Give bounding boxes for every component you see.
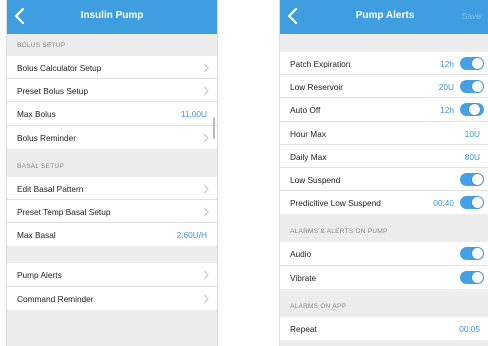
row-pump-alerts[interactable]: Pump Alerts [7,263,217,287]
chevron-right-icon [203,86,209,96]
row-label: Predicitive Low Suspend [290,198,381,209]
pump-alarms-group: Audio Vibrate [280,242,488,289]
row-label: Auto Off [290,105,321,116]
row-label: Low Reservoir [290,82,344,93]
low-reservoir-toggle[interactable] [460,80,484,94]
chevron-right-icon [203,63,209,73]
row-label: Patch Expiration [290,59,351,69]
app-alarms-group: Repeat 00:05 [280,316,488,340]
row-label: Preset Temp Basal Setup [17,206,111,217]
toggle-knob [472,173,483,185]
row-low-reservoir[interactable]: Low Reservoir 20U [280,75,488,99]
alerts-group: Patch Expiration 12h Low Reservoir 20U A… [280,52,488,215]
row-label: Audio [290,249,312,260]
row-command-reminder[interactable]: Command Reminder [7,287,217,310]
section-header-bolus: BOLUS SETUP [17,42,66,49]
auto-off-toggle[interactable] [460,103,484,117]
row-daily-max[interactable]: Daily Max 80U [280,145,488,168]
row-patch-expiration[interactable]: Patch Expiration 12h [280,52,488,76]
basal-group: Edit Basal Pattern Preset Temp Basal Set… [7,176,217,247]
row-preset-bolus-setup[interactable]: Preset Bolus Setup [7,79,217,103]
row-max-bolus[interactable]: Max Bolus 11.00U [7,102,217,126]
row-preset-temp-basal-setup[interactable]: Preset Temp Basal Setup [7,200,217,224]
toggle-knob [472,271,483,283]
low-reservoir-value: 20U [438,82,454,93]
row-low-suspend[interactable]: Low Suspend [280,168,488,192]
row-label: Preset Bolus Setup [17,86,89,97]
scroll-indicator[interactable] [213,117,215,139]
row-predictive-low-suspend[interactable]: Predicitive Low Suspend 00:40 [280,191,488,214]
row-label: Low Suspend [290,174,341,185]
section-header-pump-alarms: ALARMS & ALERTS ON PUMP [290,228,388,236]
row-label: Bolus Calculator Setup [17,63,102,73]
row-vibrate[interactable]: Vibrate [280,266,488,289]
vibrate-toggle[interactable] [460,270,484,284]
low-suspend-toggle[interactable] [460,172,484,186]
row-bolus-reminder[interactable]: Bolus Reminder [7,126,217,149]
daily-max-value: 80U [464,151,480,162]
row-label: Edit Basal Pattern [17,183,84,194]
hour-max-value: 10U [464,128,480,139]
row-label: Bolus Reminder [17,132,77,143]
chevron-right-icon [203,294,209,303]
toggle-knob [469,104,480,116]
toggle-knob [472,248,483,260]
repeat-value: 00:05 [459,323,480,334]
chevron-right-icon [203,270,209,280]
section-header-basal: BASAL SETUP [17,162,65,170]
toggle-knob [472,58,483,69]
page-title: Pump Alerts [355,10,415,21]
chevron-right-icon [203,133,209,142]
auto-off-value: 12h [440,105,454,116]
other-group: Pump Alerts Command Reminder [7,263,217,310]
row-hour-max[interactable]: Hour Max 10U [280,122,488,145]
row-label: Daily Max [290,151,327,162]
row-repeat[interactable]: Repeat 00:05 [280,317,488,340]
row-edit-basal-pattern[interactable]: Edit Basal Pattern [7,177,217,200]
toggle-knob [472,197,483,209]
predictive-low-suspend-value: 00:40 [433,198,454,209]
section-header-app-alarms: ALARMS ON APP [290,302,347,310]
audio-toggle[interactable] [460,247,484,261]
row-label: Max Basal [17,230,56,241]
row-label: Vibrate [290,272,317,283]
row-max-basal[interactable]: Max Basal 2.60U/H [7,223,217,246]
row-label: Command Reminder [17,293,94,304]
save-button[interactable]: Save [462,11,481,21]
nav-bar: Pump Alerts Save [280,0,488,34]
row-label: Pump Alerts [17,270,62,281]
row-label: Hour Max [290,128,326,139]
row-bolus-calculator-setup[interactable]: Bolus Calculator Setup [7,56,217,80]
predictive-low-suspend-toggle[interactable] [460,196,484,210]
patch-expiration-toggle[interactable] [460,57,484,70]
toggle-knob [472,81,483,93]
patch-expiration-value: 12h [440,59,454,69]
row-label: Max Bolus [17,109,56,120]
row-audio[interactable]: Audio [280,242,488,266]
insulin-pump-screen: Insulin Pump BOLUS SETUP Bolus Calculato… [6,0,218,346]
pump-alerts-screen: Pump Alerts Save Patch Expiration 12h Lo… [279,0,488,346]
max-basal-value: 2.60U/H [176,230,207,241]
max-bolus-value: 11.00U [180,109,207,120]
chevron-right-icon [203,184,209,194]
nav-bar: Insulin Pump [7,0,217,34]
bolus-group: Bolus Calculator Setup Preset Bolus Setu… [7,56,217,149]
row-label: Repeat [290,323,317,334]
chevron-right-icon [203,207,209,217]
page-title: Insulin Pump [80,10,144,21]
row-auto-off[interactable]: Auto Off 12h [280,98,488,122]
